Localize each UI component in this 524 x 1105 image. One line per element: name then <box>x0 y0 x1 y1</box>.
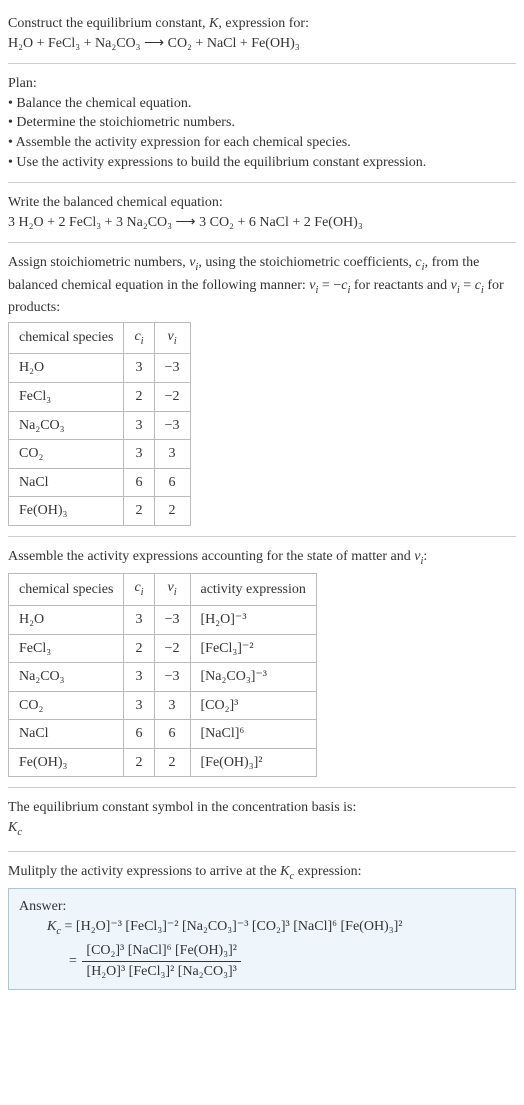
table-row: FeCl₃2−2[FeCl₃]⁻² <box>9 634 317 663</box>
answer-product: [H₂O]⁻³ [FeCl₃]⁻² [Na₂CO₃]⁻³ [CO₂]³ [NaC… <box>76 919 403 934</box>
rel2-eq: = <box>460 278 475 293</box>
prompt-K: K <box>209 16 218 31</box>
th-vi: νi <box>154 574 190 605</box>
assemble-colon: : <box>423 549 427 564</box>
plan-section: Plan: • Balance the chemical equation. •… <box>8 68 516 178</box>
table-header-row: chemical species ci νi activity expressi… <box>9 574 317 605</box>
assemble-text: Assemble the activity expressions accoun… <box>8 549 414 564</box>
th-species: chemical species <box>9 322 124 353</box>
plan-title: Plan: <box>8 76 37 91</box>
assign-section: Assign stoichiometric numbers, νi , using… <box>8 247 516 532</box>
rel1-eq: = − <box>318 278 341 293</box>
multiply-text: Mulitply the activity expressions to arr… <box>8 864 280 879</box>
stoich-table-1: chemical species ci νi H₂O3−3 FeCl₃2−2 N… <box>8 322 191 526</box>
table-header-row: chemical species ci νi <box>9 322 191 353</box>
rel1-after: for reactants and <box>350 278 450 293</box>
divider <box>8 536 516 537</box>
th-species: chemical species <box>9 574 124 605</box>
answer-eq: = <box>61 919 76 934</box>
plan-item-2: Determine the stoichiometric numbers. <box>16 115 235 130</box>
answer-numerator: [CO₂]³ [NaCl]⁶ [Fe(OH)₃]² <box>82 941 241 962</box>
divider <box>8 851 516 852</box>
answer-eq2: = <box>69 953 80 968</box>
divider <box>8 182 516 183</box>
th-vi: νi <box>154 322 190 353</box>
answer-fraction: [CO₂]³ [NaCl]⁶ [Fe(OH)₃]² [H₂O]³ [FeCl₃]… <box>82 941 241 981</box>
answer-denominator: [H₂O]³ [FeCl₃]² [Na₂CO₃]³ <box>82 962 241 982</box>
th-activity: activity expression <box>190 574 316 605</box>
prompt-equation: H₂O + FeCl₃ + Na₂CO₃ ⟶ CO₂ + NaCl + Fe(O… <box>8 36 300 51</box>
prompt-text-2: , expression for: <box>218 16 309 31</box>
assemble-section: Assemble the activity expressions accoun… <box>8 541 516 784</box>
multiply-section: Mulitply the activity expressions to arr… <box>8 856 516 997</box>
balanced-section: Write the balanced chemical equation: 3 … <box>8 187 516 238</box>
prompt-header: Construct the equilibrium constant, K, e… <box>8 8 516 59</box>
balanced-title: Write the balanced chemical equation: <box>8 195 223 210</box>
assign-text-2: , using the stoichiometric coefficients, <box>198 255 415 270</box>
table-row: Fe(OH)₃22[Fe(OH)₃]² <box>9 748 317 777</box>
table-row: H₂O3−3 <box>9 354 191 383</box>
balanced-equation: 3 H₂O + 2 FeCl₃ + 3 Na₂CO₃ ⟶ 3 CO₂ + 6 N… <box>8 215 363 230</box>
divider <box>8 242 516 243</box>
answer-box: Answer: Kc = [H₂O]⁻³ [FeCl₃]⁻² [Na₂CO₃]⁻… <box>8 888 516 990</box>
symbol-section: The equilibrium constant symbol in the c… <box>8 792 516 846</box>
plan-item-1: Balance the chemical equation. <box>16 96 191 111</box>
table-row: Na₂CO₃3−3 <box>9 411 191 440</box>
table-row: NaCl66 <box>9 468 191 497</box>
th-ci: ci <box>124 574 154 605</box>
table-row: NaCl66[NaCl]⁶ <box>9 720 317 749</box>
plan-item-4: Use the activity expressions to build th… <box>16 155 426 170</box>
plan-item-3: Assemble the activity expression for eac… <box>16 135 351 150</box>
table-row: CO₂33 <box>9 440 191 469</box>
prompt-text-1: Construct the equilibrium constant, <box>8 16 209 31</box>
answer-line1: Kc = [H₂O]⁻³ [FeCl₃]⁻² [Na₂CO₃]⁻³ [CO₂]³… <box>19 917 505 939</box>
th-ci: ci <box>124 322 154 353</box>
answer-line2: = [CO₂]³ [NaCl]⁶ [Fe(OH)₃]² [H₂O]³ [FeCl… <box>19 941 505 981</box>
answer-label: Answer: <box>19 899 66 914</box>
activity-table: chemical species ci νi activity expressi… <box>8 573 317 777</box>
symbol-K: K <box>8 820 17 835</box>
divider <box>8 787 516 788</box>
multiply-K: K <box>280 864 289 879</box>
symbol-c: c <box>17 827 22 838</box>
table-row: H₂O3−3[H₂O]⁻³ <box>9 605 317 634</box>
table-row: Fe(OH)₃22 <box>9 497 191 526</box>
assign-text-1: Assign stoichiometric numbers, <box>8 255 189 270</box>
table-row: CO₂33[CO₂]³ <box>9 691 317 720</box>
multiply-after: expression: <box>294 864 361 879</box>
divider <box>8 63 516 64</box>
symbol-text: The equilibrium constant symbol in the c… <box>8 800 356 815</box>
answer-K: K <box>47 919 56 934</box>
table-row: FeCl₃2−2 <box>9 382 191 411</box>
table-row: Na₂CO₃3−3[Na₂CO₃]⁻³ <box>9 663 317 692</box>
